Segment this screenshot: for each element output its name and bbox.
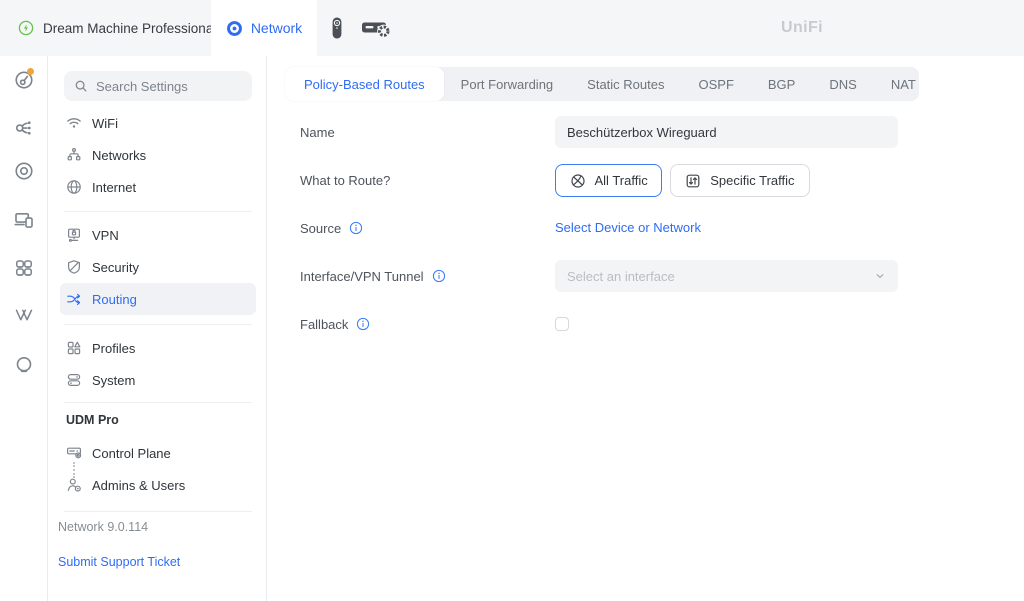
sidebar-item-label: Security	[92, 260, 139, 275]
sidebar-item-control-plane[interactable]: Control Plane	[60, 437, 256, 469]
network-version-label: Network 9.0.114	[58, 520, 148, 534]
sidebar-item-label: Networks	[92, 148, 146, 163]
console-settings-icon[interactable]	[361, 0, 391, 56]
divider	[64, 324, 252, 325]
all-traffic-label: All Traffic	[595, 173, 648, 188]
networks-icon	[66, 147, 82, 163]
unifi-network-settings-screen: Dream Machine Professional Network UniFi	[0, 0, 1024, 601]
globe-icon	[570, 173, 586, 189]
interface-select-placeholder: Select an interface	[567, 269, 675, 284]
stations-icon[interactable]	[14, 258, 34, 278]
topbar: Dream Machine Professional Network UniFi	[0, 0, 1024, 56]
sidebar-item-networks[interactable]: Networks	[60, 139, 256, 171]
insights-icon[interactable]	[14, 305, 34, 325]
search-settings-box[interactable]	[64, 71, 252, 101]
source-label: Source	[300, 221, 341, 236]
form-row-name: Name	[300, 116, 898, 148]
info-icon[interactable]	[349, 221, 363, 235]
form-row-what-to-route: What to Route? All Traffic Specific Traf…	[300, 164, 810, 197]
sidebar-item-security[interactable]: Security	[60, 251, 256, 283]
routing-tabbar: Policy-Based Routes Port Forwarding Stat…	[285, 67, 919, 101]
device-section-title: UDM Pro	[66, 413, 119, 427]
network-app-label: Network	[251, 20, 302, 36]
sidebar-item-label: Routing	[92, 292, 137, 307]
fallback-checkbox[interactable]	[555, 317, 569, 331]
tab-nat[interactable]: NAT	[874, 67, 933, 101]
wifi-icon	[66, 115, 82, 131]
sidebar-item-internet[interactable]: Internet	[60, 171, 256, 203]
what-to-route-label: What to Route?	[300, 173, 390, 188]
divider	[64, 211, 252, 212]
vpn-icon	[66, 227, 82, 243]
console-name: Dream Machine Professional	[43, 21, 216, 36]
app-rail	[0, 56, 48, 601]
notification-dot	[27, 68, 34, 75]
tab-network-app[interactable]: Network	[211, 0, 317, 56]
select-device-or-network-link[interactable]: Select Device or Network	[555, 212, 701, 244]
sidebar-item-label: Control Plane	[92, 446, 171, 461]
divider	[64, 402, 252, 403]
console-switcher[interactable]: Dream Machine Professional	[18, 0, 237, 56]
specific-traffic-label: Specific Traffic	[710, 173, 794, 188]
internet-globe-icon	[66, 179, 82, 195]
specific-traffic-button[interactable]: Specific Traffic	[670, 164, 809, 197]
profiles-icon	[66, 340, 82, 356]
console-status-icon	[18, 20, 34, 36]
sidebar-item-admins-users[interactable]: Admins & Users	[60, 469, 256, 501]
sidebar-item-routing[interactable]: Routing	[60, 283, 256, 315]
info-icon[interactable]	[432, 269, 446, 283]
tab-policy-based-routes[interactable]: Policy-Based Routes	[285, 67, 444, 101]
fallback-label: Fallback	[300, 317, 348, 332]
all-traffic-button[interactable]: All Traffic	[555, 164, 662, 197]
interface-label: Interface/VPN Tunnel	[300, 269, 424, 284]
divider	[64, 511, 252, 512]
name-label: Name	[300, 125, 335, 140]
shield-icon	[66, 259, 82, 275]
sidebar-item-label: WiFi	[92, 116, 118, 131]
clients-icon[interactable]	[14, 210, 34, 230]
up-down-arrows-icon	[685, 173, 701, 189]
sidebar-item-vpn[interactable]: VPN	[60, 219, 256, 251]
sidebar-item-label: Profiles	[92, 341, 135, 356]
network-app-icon	[226, 20, 243, 37]
routing-settings-main: Policy-Based Routes Port Forwarding Stat…	[268, 56, 1024, 601]
tab-dns[interactable]: DNS	[812, 67, 873, 101]
sidebar-item-label: Admins & Users	[92, 478, 185, 493]
form-row-interface: Interface/VPN Tunnel Select an interface	[300, 260, 898, 292]
unifi-devices-icon[interactable]	[14, 161, 34, 181]
sidebar-item-profiles[interactable]: Profiles	[60, 332, 256, 364]
control-plane-icon	[66, 445, 82, 461]
name-input[interactable]	[555, 116, 898, 148]
form-row-source: Source Select Device or Network	[300, 212, 701, 244]
sidebar-item-label: Internet	[92, 180, 136, 195]
tab-static-routes[interactable]: Static Routes	[570, 67, 681, 101]
chevron-down-icon	[874, 270, 886, 282]
tab-port-forwarding[interactable]: Port Forwarding	[444, 67, 570, 101]
search-input[interactable]	[96, 79, 242, 94]
sidebar-item-label: System	[92, 373, 135, 388]
search-icon	[74, 79, 88, 93]
unifi-wordmark-logo: UniFi	[781, 0, 823, 56]
protect-camera-icon[interactable]	[330, 0, 344, 56]
system-icon	[66, 372, 82, 388]
tab-ospf[interactable]: OSPF	[681, 67, 750, 101]
settings-sidebar: WiFi Networks Internet VPN Security Rout…	[48, 56, 267, 601]
sidebar-item-system[interactable]: System	[60, 364, 256, 396]
form-row-fallback: Fallback	[300, 308, 569, 340]
sidebar-item-label: VPN	[92, 228, 119, 243]
info-icon[interactable]	[356, 317, 370, 331]
sidebar-item-wifi[interactable]: WiFi	[60, 107, 256, 139]
routing-icon	[66, 291, 82, 307]
interface-select[interactable]: Select an interface	[555, 260, 898, 292]
bulb-icon[interactable]	[14, 355, 34, 375]
submit-support-ticket-link[interactable]: Submit Support Ticket	[58, 555, 180, 569]
topology-icon[interactable]	[14, 118, 34, 138]
admin-user-gear-icon	[66, 477, 82, 493]
tab-bgp[interactable]: BGP	[751, 67, 812, 101]
